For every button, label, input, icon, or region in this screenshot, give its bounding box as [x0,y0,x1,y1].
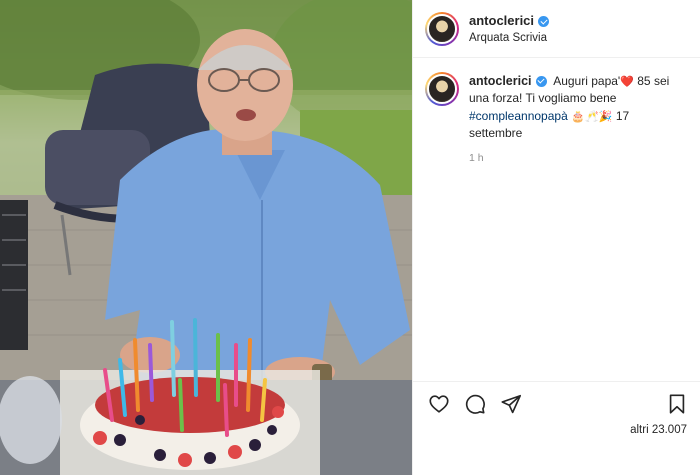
verified-icon [538,15,550,27]
comment-username-text[interactable]: antoclerici [469,72,532,90]
header-text: antoclerici Arquata Scrivia [469,11,550,45]
action-row [413,382,700,416]
caption-part1: Auguri papa' [553,74,621,88]
red-heart-icon: ❤️ [620,75,634,88]
bookmark-icon [669,394,685,414]
header-username[interactable]: antoclerici [469,13,550,29]
share-button[interactable] [499,392,523,416]
likes-count[interactable]: altri 23.007 [630,424,687,436]
emoji-group: 🎂🥂🎉 [567,109,616,123]
action-bar: altri 23.007 [413,381,700,475]
location-link[interactable]: Arquata Scrivia [469,31,549,45]
caption-text: antoclerici Auguri papa'❤️ 85 sei una fo… [469,72,681,143]
comment-username[interactable]: antoclerici [469,72,547,90]
save-button[interactable] [665,392,689,416]
post-side-panel: antoclerici Arquata Scrivia antoclerici … [412,0,700,475]
avatar[interactable] [425,11,459,46]
caption-comment: antoclerici Auguri papa'❤️ 85 sei una fo… [413,58,700,166]
comment-button[interactable] [463,392,487,416]
header-username-text[interactable]: antoclerici [469,13,534,29]
verified-icon [535,75,547,87]
comment-body: antoclerici Auguri papa'❤️ 85 sei una fo… [469,72,681,166]
avatar-image [427,13,457,44]
heart-outline-icon [429,395,449,413]
photo-illustration [0,0,412,475]
comment-avatar-image [427,74,457,104]
paper-plane-icon [501,394,521,414]
like-button[interactable] [427,392,451,416]
post-header: antoclerici Arquata Scrivia [413,0,700,58]
comment-bubble-icon [465,394,485,414]
comment-avatar[interactable] [425,72,459,106]
post-time[interactable]: 1 h [469,151,681,166]
post-photo[interactable] [0,0,412,475]
hashtag-link[interactable]: #compleannopapà [469,109,568,123]
